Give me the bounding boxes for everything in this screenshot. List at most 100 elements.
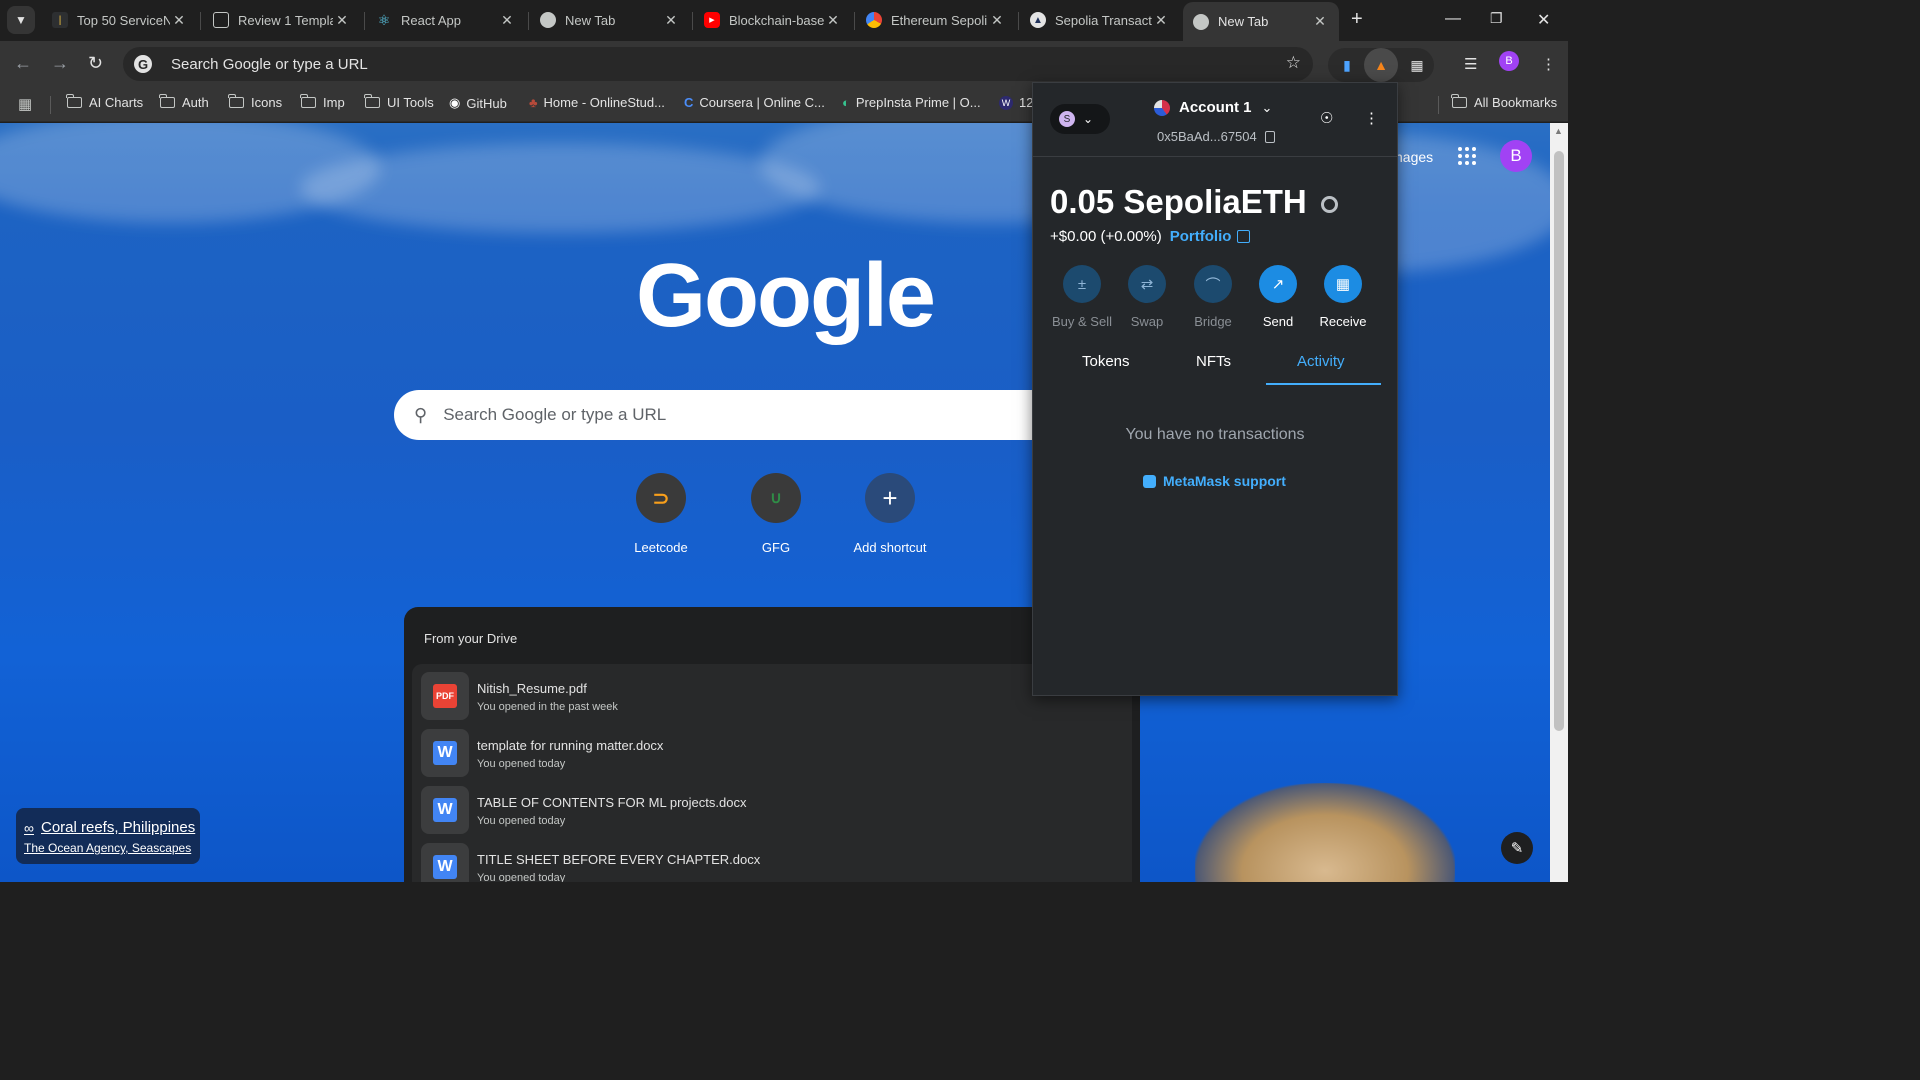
scrollbar-thumb[interactable]	[1554, 151, 1564, 731]
kebab-menu-icon[interactable]: ⋮	[1364, 109, 1379, 127]
file-meta: You opened today	[477, 815, 566, 827]
copy-icon[interactable]	[1264, 130, 1275, 143]
reload-icon[interactable]: ↻	[88, 53, 103, 74]
file-name: TITLE SHEET BEFORE EVERY CHAPTER.docx	[477, 852, 761, 867]
omnibox[interactable]: G Search Google or type a URL ☆	[123, 47, 1313, 81]
tab-servicenow[interactable]: | Top 50 ServiceNo ✕	[42, 6, 198, 34]
etherscan-icon: ▲	[1030, 12, 1046, 28]
search-icon: ⚲	[414, 404, 428, 425]
bridge-button[interactable]: ⌒ Bridge	[1177, 265, 1249, 329]
account-avatar[interactable]: B	[1500, 140, 1532, 172]
file-name: template for running matter.docx	[477, 738, 664, 753]
close-icon[interactable]: ✕	[662, 12, 680, 29]
bookmark-github[interactable]: ◉ GitHub	[449, 95, 507, 111]
bookmark-prepinsta[interactable]: ◐ PrepInsta Prime | O...	[842, 95, 981, 110]
profile-avatar[interactable]: B	[1499, 51, 1519, 71]
bookmark-label: Imp	[323, 95, 345, 110]
close-icon[interactable]: ✕	[333, 12, 351, 29]
tab-sepolia-transaction[interactable]: ▲ Sepolia Transacti ✕	[1020, 6, 1180, 34]
extensions-group: ▮ ▲ ▦	[1328, 48, 1434, 82]
forward-arrow-icon[interactable]: →	[51, 53, 69, 74]
page-scrollbar[interactable]: ▲	[1550, 123, 1568, 882]
bookmark-folder-ai-charts[interactable]: AI Charts	[66, 94, 143, 110]
metamask-support-link[interactable]: MetaMask support	[1143, 473, 1286, 489]
tab-react-app[interactable]: ⚛ React App ✕	[366, 6, 526, 34]
google-apps-icon[interactable]	[1458, 147, 1476, 165]
scroll-up-arrow-icon[interactable]: ▲	[1554, 126, 1563, 136]
close-icon[interactable]: ✕	[1152, 12, 1170, 29]
tab-activity[interactable]: Activity	[1297, 353, 1345, 370]
images-link[interactable]: nages	[1395, 149, 1433, 165]
balance-value: 0.05 SepoliaETH	[1050, 183, 1307, 220]
omnibox-input[interactable]: Search Google or type a URL	[171, 56, 368, 73]
file-meta: You opened today	[477, 758, 566, 770]
account-address[interactable]: 0x5BaAd...67504	[1157, 129, 1275, 144]
drive-file-row[interactable]: W TITLE SHEET BEFORE EVERY CHAPTER.docx …	[412, 835, 1132, 882]
close-icon[interactable]: ✕	[988, 12, 1006, 29]
chevron-down-icon: ⌄	[1083, 112, 1094, 126]
shortcut-add[interactable]: + Add shortcut	[834, 473, 946, 555]
receive-icon: ▦	[1324, 265, 1362, 303]
shortcut-leetcode[interactable]: ⊃ Leetcode	[605, 473, 717, 555]
bookmark-12[interactable]: W 12	[999, 95, 1033, 110]
bookmark-folder-ui-tools[interactable]: UI Tools	[364, 94, 434, 110]
attribution-title-link[interactable]: ∞ Coral reefs, Philippines	[24, 819, 195, 836]
swap-button[interactable]: ⇄ Swap	[1111, 265, 1183, 329]
bookmark-coursera[interactable]: C Coursera | Online C...	[684, 95, 825, 110]
bookmark-folder-imp[interactable]: Imp	[300, 94, 345, 110]
tab-review[interactable]: Review 1 Templa ✕	[203, 6, 361, 34]
attribution-credit[interactable]: The Ocean Agency, Seascapes	[24, 841, 191, 855]
account-picker[interactable]: Account 1 ⌄	[1154, 99, 1272, 116]
restore-button[interactable]: ❐	[1490, 10, 1503, 27]
youtube-icon: ▶	[704, 12, 720, 28]
extensions-puzzle-icon[interactable]: ▦	[1404, 52, 1430, 78]
minimize-button[interactable]: —	[1445, 10, 1461, 28]
apps-grid-icon[interactable]: ▦	[18, 95, 38, 113]
bookmark-folder-auth[interactable]: Auth	[159, 94, 209, 110]
send-icon: ↗	[1259, 265, 1297, 303]
buy-sell-button[interactable]: ± Buy & Sell	[1046, 265, 1118, 329]
portfolio-link[interactable]: Portfolio	[1170, 228, 1251, 245]
background-attribution[interactable]: ∞ Coral reefs, Philippines The Ocean Agen…	[16, 808, 200, 864]
network-picker[interactable]: S ⌄	[1050, 104, 1110, 134]
all-bookmarks-button[interactable]: All Bookmarks	[1451, 94, 1557, 110]
shortcut-gfg[interactable]: ∪ GFG	[720, 473, 832, 555]
tab-youtube[interactable]: ▶ Blockchain-base ✕	[694, 6, 852, 34]
drive-file-row[interactable]: W TABLE OF CONTENTS FOR ML projects.docx…	[412, 778, 1132, 835]
connected-sites-icon[interactable]: ☉	[1320, 109, 1333, 127]
tab-tokens[interactable]: Tokens	[1082, 353, 1130, 370]
close-window-button[interactable]: ✕	[1537, 10, 1550, 30]
extension-icon-blue[interactable]: ▮	[1334, 52, 1360, 78]
tab-nfts[interactable]: NFTs	[1196, 353, 1231, 370]
tab-new-tab-active[interactable]: New Tab ✕	[1183, 2, 1339, 41]
back-arrow-icon[interactable]: ←	[14, 53, 32, 74]
close-icon[interactable]: ✕	[1311, 13, 1329, 30]
close-icon[interactable]: ✕	[824, 12, 842, 29]
bookmark-divider	[1438, 96, 1439, 114]
drive-file-row[interactable]: PDF Nitish_Resume.pdf You opened in the …	[412, 664, 1132, 721]
bookmark-star-icon[interactable]: ☆	[1286, 53, 1301, 73]
chat-icon	[1143, 474, 1156, 488]
account-name: Account 1	[1179, 99, 1252, 116]
media-queue-icon[interactable]: ☰	[1464, 55, 1477, 73]
receive-button[interactable]: ▦ Receive	[1307, 265, 1379, 329]
eye-icon[interactable]	[1320, 195, 1338, 213]
drive-file-list: PDF Nitish_Resume.pdf You opened in the …	[412, 664, 1132, 882]
send-button[interactable]: ↗ Send	[1242, 265, 1314, 329]
menu-kebab-icon[interactable]: ⋮	[1541, 55, 1556, 73]
new-tab-button[interactable]: +	[1351, 8, 1363, 31]
drive-file-row[interactable]: W template for running matter.docx You o…	[412, 721, 1132, 778]
ntp-search-input[interactable]: Search Google or type a URL	[443, 405, 666, 425]
tab-ethereum-sepolia[interactable]: Ethereum Sepoli ✕	[856, 6, 1016, 34]
bookmark-onlinestudy[interactable]: ♣ Home - OnlineStud...	[529, 95, 665, 110]
tab-new-tab-1[interactable]: New Tab ✕	[530, 6, 690, 34]
close-icon[interactable]: ✕	[170, 12, 188, 29]
metamask-fox-icon[interactable]: ▲	[1364, 48, 1398, 82]
tab-search-button[interactable]: ▼	[7, 6, 35, 34]
prepinsta-icon: ◐	[842, 95, 850, 110]
file-name: TABLE OF CONTENTS FOR ML projects.docx	[477, 795, 747, 810]
bookmark-folder-icons[interactable]: Icons	[228, 94, 282, 110]
tab-title: Top 50 ServiceNo	[77, 12, 170, 28]
customize-pencil-icon[interactable]: ✎	[1501, 832, 1533, 864]
close-icon[interactable]: ✕	[498, 12, 516, 29]
